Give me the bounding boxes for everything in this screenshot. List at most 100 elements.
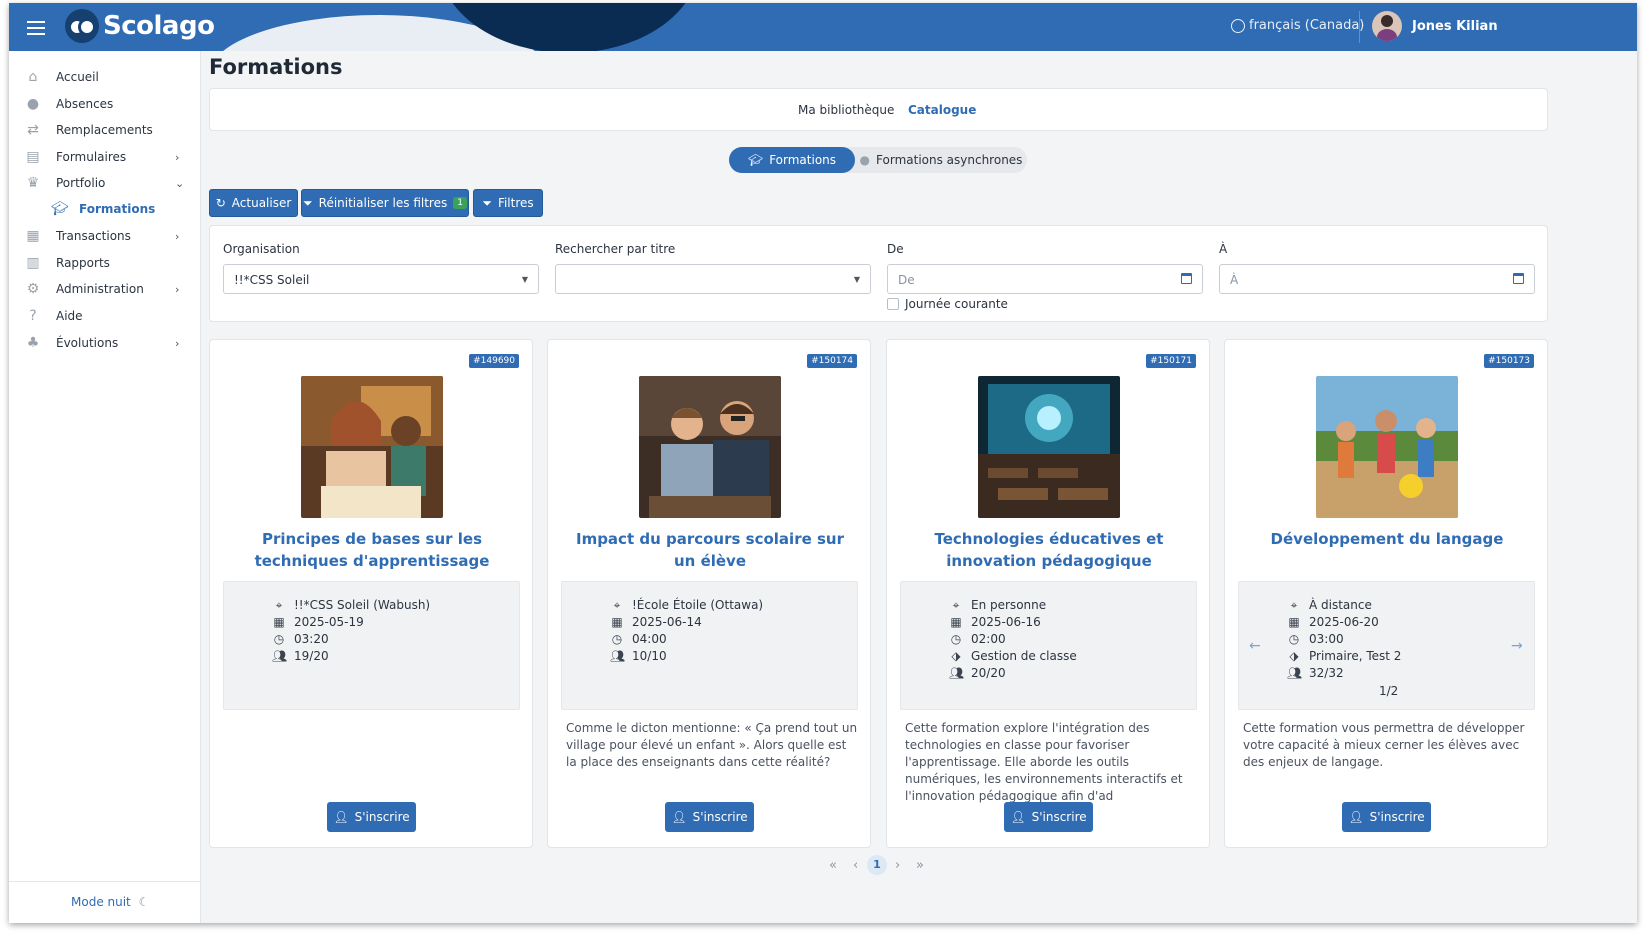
- moon-icon: ☾: [138, 895, 150, 909]
- previous-page-icon[interactable]: ‹: [853, 858, 858, 873]
- formation-title[interactable]: Développement du langage: [1245, 528, 1529, 550]
- filter-panel: Organisation !!*CSS Soleil ▼ Rechercher …: [209, 225, 1548, 322]
- arrow-right-icon[interactable]: →: [1511, 638, 1523, 654]
- reset-filters-button[interactable]: ⏷ Réinitialiser les filtres 1: [301, 189, 469, 217]
- calendar-icon[interactable]: [1513, 273, 1524, 284]
- sidebar-item-label: Formulaires: [56, 150, 127, 164]
- sidebar-item-formations[interactable]: 🎓︎ Formations: [9, 197, 201, 221]
- report-icon: ▥: [26, 255, 40, 271]
- sidebar-item-label: Formations: [79, 202, 156, 216]
- tags-value: Primaire, Test 2: [1309, 648, 1402, 663]
- arrow-left-icon[interactable]: ←: [1249, 638, 1261, 654]
- formation-image: [978, 376, 1120, 518]
- formation-type-switch: 🎓︎ Formations ● Formations asynchrones: [729, 147, 1027, 173]
- date-row: ▦ 2025-06-20: [1287, 613, 1379, 630]
- last-page-icon[interactable]: »: [916, 858, 924, 873]
- sidebar-item-administration[interactable]: ⚙ Administration ›: [9, 277, 201, 301]
- sidebar-item-aide[interactable]: ? Aide: [9, 304, 201, 328]
- date-to-input[interactable]: À: [1219, 264, 1535, 294]
- sidebar-item-remplacements[interactable]: ⇄ Remplacements: [9, 118, 201, 142]
- date-value: 2025-06-20: [1309, 614, 1379, 629]
- chevron-right-icon: ›: [175, 229, 180, 243]
- next-page-icon[interactable]: ›: [895, 858, 900, 873]
- filters-label: Filtres: [497, 196, 534, 210]
- sidebar-item-formulaires[interactable]: ▤ Formulaires ›: [9, 145, 201, 169]
- segment-formations[interactable]: 🎓︎ Formations: [729, 147, 855, 173]
- calendar-icon: ▦: [950, 614, 962, 629]
- sidebar-item-evolutions[interactable]: ♣ Évolutions ›: [9, 331, 201, 355]
- tab-catalogue[interactable]: Catalogue: [908, 103, 976, 117]
- organisation-value: !!*CSS Soleil: [234, 273, 310, 287]
- avatar: [1372, 11, 1402, 41]
- calendar-icon: ▦: [611, 614, 623, 629]
- location-value: !!*CSS Soleil (Wabush): [294, 597, 431, 612]
- page-number-current[interactable]: 1: [867, 855, 887, 875]
- calendar-icon: ▦: [1288, 614, 1300, 629]
- organisation-select[interactable]: !!*CSS Soleil ▼: [223, 264, 539, 294]
- search-title-label: Rechercher par titre: [555, 242, 676, 256]
- location-row: ⌖ En personne: [949, 596, 1047, 613]
- sidebar-item-label: Accueil: [56, 70, 99, 84]
- gear-icon: ⚙: [26, 281, 40, 297]
- formation-card: #149690 Principes de bases sur les techn…: [209, 339, 533, 848]
- location-row: ⌖ !!*CSS Soleil (Wabush): [272, 596, 431, 613]
- search-title-select[interactable]: ▼: [555, 264, 871, 294]
- session-pager: 1/2: [1379, 684, 1399, 698]
- sidebar-item-transactions[interactable]: ▦ Transactions ›: [9, 224, 201, 248]
- duration-row: ◷ 04:00: [610, 630, 667, 647]
- sidebar-item-accueil[interactable]: ⌂ Accueil: [9, 65, 201, 89]
- date-to-label: À: [1219, 242, 1228, 256]
- segment-formations-asynchrones[interactable]: ● Formations asynchrones: [855, 147, 1027, 173]
- date-from-input[interactable]: De: [887, 264, 1203, 294]
- location-row: ⌖ À distance: [1287, 596, 1372, 613]
- formation-title[interactable]: Impact du parcours scolaire sur un élève: [568, 528, 852, 572]
- graduation-cap-icon: 🎓︎: [747, 153, 764, 167]
- duration-value: 03:20: [294, 631, 329, 646]
- sidebar-item-portfolio[interactable]: ♛ Portfolio ⌄: [9, 171, 201, 195]
- seats-value: 19/20: [294, 648, 329, 663]
- calendar-icon: ▦: [273, 614, 285, 629]
- location-row: ⌖ !École Étoile (Ottawa): [610, 596, 764, 613]
- formation-title[interactable]: Technologies éducatives et innovation pé…: [907, 528, 1191, 572]
- language-selector[interactable]: français (Canada): [1231, 18, 1364, 33]
- formation-description: Comme le dicton mentionne: « Ça prend to…: [566, 721, 858, 769]
- current-day-checkbox[interactable]: Journée courante: [887, 297, 1008, 311]
- register-button[interactable]: 👤︎ S'inscrire: [665, 802, 754, 832]
- sidebar-item-label: Évolutions: [56, 336, 119, 350]
- user-menu[interactable]: Jones Kilian: [1372, 11, 1498, 41]
- register-button[interactable]: 👤︎ S'inscrire: [1004, 802, 1093, 832]
- users-icon: 👥︎: [1287, 665, 1303, 680]
- brand-logo[interactable]: Scolago: [65, 9, 215, 43]
- location-value: À distance: [1309, 597, 1372, 612]
- checkbox-box[interactable]: [887, 298, 899, 310]
- formation-card: #150174 Impact du parcours scolaire sur …: [547, 339, 871, 848]
- tags-icon: ⬗: [951, 648, 961, 663]
- date-row: ▦ 2025-06-14: [610, 613, 701, 630]
- formation-image: [639, 376, 781, 518]
- swap-icon: ⇄: [27, 122, 39, 138]
- filters-button[interactable]: ⏷ Filtres: [473, 189, 543, 217]
- sidebar-item-absences[interactable]: ● Absences: [9, 92, 201, 116]
- table-icon: ▦: [26, 228, 40, 244]
- sidebar-item-label: Portfolio: [56, 176, 106, 190]
- sidebar-item-rapports[interactable]: ▥ Rapports: [9, 251, 201, 275]
- first-page-icon[interactable]: «: [829, 858, 837, 873]
- formation-id-badge: #150174: [807, 354, 857, 368]
- formation-card: #150171 Technologies éducatives et innov…: [886, 339, 1210, 848]
- register-button[interactable]: 👤︎ S'inscrire: [1342, 802, 1431, 832]
- reset-filters-label: Réinitialiser les filtres: [318, 196, 448, 210]
- duration-row: ◷ 03:00: [1287, 630, 1344, 647]
- night-mode-toggle[interactable]: Mode nuit ☾: [71, 895, 149, 909]
- sidebar-item-label: Administration: [56, 282, 144, 296]
- caret-down-icon: ▼: [853, 275, 860, 284]
- hamburger-menu-icon[interactable]: [27, 17, 49, 37]
- users-icon: 👥︎: [272, 648, 288, 663]
- register-button[interactable]: 👤︎ S'inscrire: [327, 802, 416, 832]
- refresh-button[interactable]: ↻ Actualiser: [209, 189, 298, 217]
- users-icon: 👥︎: [610, 648, 626, 663]
- formation-title[interactable]: Principes de bases sur les techniques d'…: [230, 528, 514, 572]
- tab-ma-bibliotheque[interactable]: Ma bibliothèque: [798, 103, 894, 117]
- calendar-icon[interactable]: [1181, 273, 1192, 284]
- clock-icon: ◷: [611, 631, 623, 646]
- sidebar-item-label: Transactions: [56, 229, 131, 243]
